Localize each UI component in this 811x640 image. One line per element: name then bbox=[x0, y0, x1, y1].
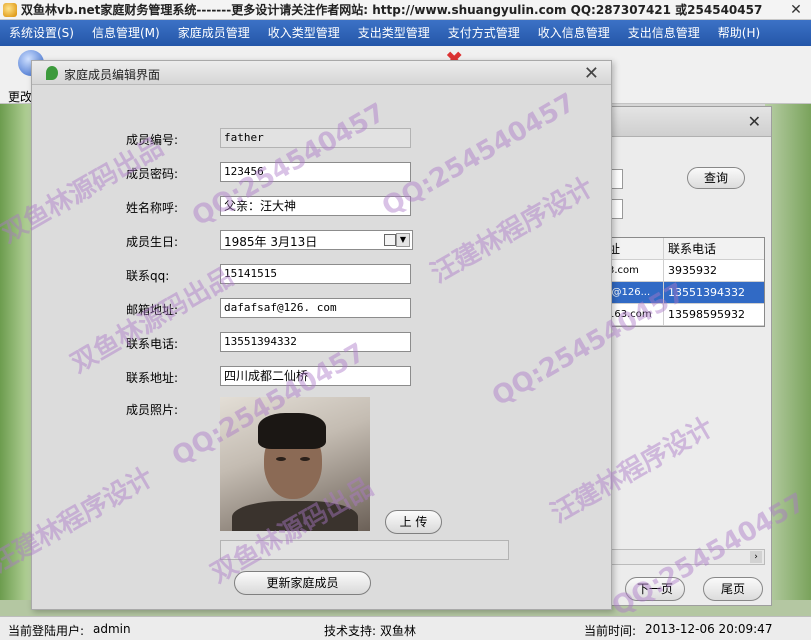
menu-expense-types[interactable]: 支出类型管理 bbox=[349, 20, 439, 46]
current-user-label: 当前登陆用户: bbox=[8, 624, 85, 638]
toolbar-change-label[interactable]: 更改 bbox=[8, 88, 32, 105]
next-page-button[interactable]: 下一页 bbox=[625, 577, 685, 601]
app-title: 双鱼林vb.net家庭财务管理系统-------更多设计请关注作者网站: htt… bbox=[21, 3, 763, 17]
list-window-close-icon[interactable]: ✕ bbox=[748, 112, 761, 131]
dialog-titlebar: 家庭成员编辑界面 ✕ bbox=[32, 61, 611, 85]
app-titlebar: 双鱼林vb.net家庭财务管理系统-------更多设计请关注作者网站: htt… bbox=[0, 0, 811, 20]
member-id-label: 成员编号: bbox=[126, 133, 179, 147]
photo-label: 成员照片: bbox=[126, 403, 179, 417]
leaf-icon bbox=[46, 66, 58, 80]
table-row[interactable]: 3.com 3935932 bbox=[602, 260, 764, 282]
menu-family-members[interactable]: 家庭成员管理 bbox=[169, 20, 259, 46]
table-header-row: 址 联系电话 bbox=[602, 238, 764, 260]
menu-help[interactable]: 帮助(H) bbox=[709, 20, 769, 46]
member-photo bbox=[220, 397, 370, 531]
birthday-label: 成员生日: bbox=[126, 235, 179, 249]
update-member-button[interactable]: 更新家庭成员 bbox=[234, 571, 371, 595]
member-table: 址 联系电话 3.com 3935932 f@126... 1355139433… bbox=[601, 237, 765, 327]
photo-path-field[interactable] bbox=[220, 540, 509, 560]
menu-info-management[interactable]: 信息管理(M) bbox=[83, 20, 169, 46]
table-cell: 13598595932 bbox=[668, 308, 745, 321]
horizontal-scrollbar[interactable]: › bbox=[601, 549, 765, 565]
upload-button[interactable]: 上 传 bbox=[385, 510, 442, 534]
qq-label: 联系qq: bbox=[126, 269, 170, 283]
photo-body-shape bbox=[232, 501, 358, 531]
last-page-button[interactable]: 尾页 bbox=[703, 577, 763, 601]
current-time-value: 2013-12-06 20:09:47 bbox=[645, 622, 773, 636]
name-field[interactable]: 父亲：汪大神 bbox=[220, 196, 411, 216]
table-row[interactable]: 163.com 13598595932 bbox=[602, 304, 764, 326]
scroll-right-arrow-icon[interactable]: › bbox=[750, 551, 762, 563]
current-time-label: 当前时间: bbox=[584, 624, 637, 638]
photo-hair-shape bbox=[258, 413, 326, 449]
qq-field[interactable]: 15141515 bbox=[220, 264, 411, 284]
chevron-down-icon[interactable]: ▼ bbox=[396, 233, 410, 247]
address-label: 联系地址: bbox=[126, 371, 179, 385]
member-id-field[interactable]: father bbox=[220, 128, 411, 148]
app-icon bbox=[3, 2, 17, 17]
dialog-close-button[interactable]: ✕ bbox=[584, 63, 599, 84]
photo-eye-shape bbox=[276, 457, 286, 461]
list-window-titlebar: ✕ bbox=[601, 107, 771, 137]
table-row-selected[interactable]: f@126... 13551394332 bbox=[602, 282, 764, 304]
menu-income-types[interactable]: 收入类型管理 bbox=[259, 20, 349, 46]
password-label: 成员密码: bbox=[126, 167, 179, 181]
table-cell: 3935932 bbox=[668, 264, 717, 277]
menu-payment-methods[interactable]: 支付方式管理 bbox=[439, 20, 529, 46]
birthday-value: 1985年 3月13日 bbox=[224, 235, 318, 249]
column-header-phone: 联系电话 bbox=[668, 242, 717, 256]
member-list-window: ✕ 查询 址 联系电话 3.com 3935932 f@126... 13551… bbox=[600, 106, 772, 606]
name-label: 姓名称呼: bbox=[126, 201, 179, 215]
window-close-button[interactable]: ✕ bbox=[787, 1, 805, 19]
table-cell: 13551394332 bbox=[668, 286, 745, 299]
support-label: 技术支持: bbox=[324, 624, 377, 638]
birthday-date-picker[interactable]: 1985年 3月13日 ▼ bbox=[220, 230, 413, 250]
dialog-title: 家庭成员编辑界面 bbox=[64, 68, 161, 82]
menu-bar: 系统设置(S) 信息管理(M) 家庭成员管理 收入类型管理 支出类型管理 支付方… bbox=[0, 20, 811, 46]
email-field[interactable]: dafafsaf@126. com bbox=[220, 298, 411, 318]
menu-system-settings[interactable]: 系统设置(S) bbox=[0, 20, 83, 46]
status-bar: 当前登陆用户: admin 技术支持: 双鱼林 当前时间: 2013-12-06… bbox=[0, 616, 811, 640]
password-field[interactable]: 123456 bbox=[220, 162, 411, 182]
support-value: 双鱼林 bbox=[380, 624, 417, 638]
query-button[interactable]: 查询 bbox=[687, 167, 745, 189]
email-label: 邮箱地址: bbox=[126, 303, 179, 317]
phone-field[interactable]: 13551394332 bbox=[220, 332, 411, 352]
menu-income-info[interactable]: 收入信息管理 bbox=[529, 20, 619, 46]
photo-eye-shape bbox=[300, 457, 310, 461]
checkbox-icon[interactable] bbox=[384, 234, 396, 246]
address-field[interactable]: 四川成都二仙桥 bbox=[220, 366, 411, 386]
phone-label: 联系电话: bbox=[126, 337, 179, 351]
menu-expense-info[interactable]: 支出信息管理 bbox=[619, 20, 709, 46]
current-user-value: admin bbox=[93, 622, 131, 636]
member-edit-dialog: 家庭成员编辑界面 ✕ 成员编号: father 成员密码: 123456 姓名称… bbox=[31, 60, 612, 610]
